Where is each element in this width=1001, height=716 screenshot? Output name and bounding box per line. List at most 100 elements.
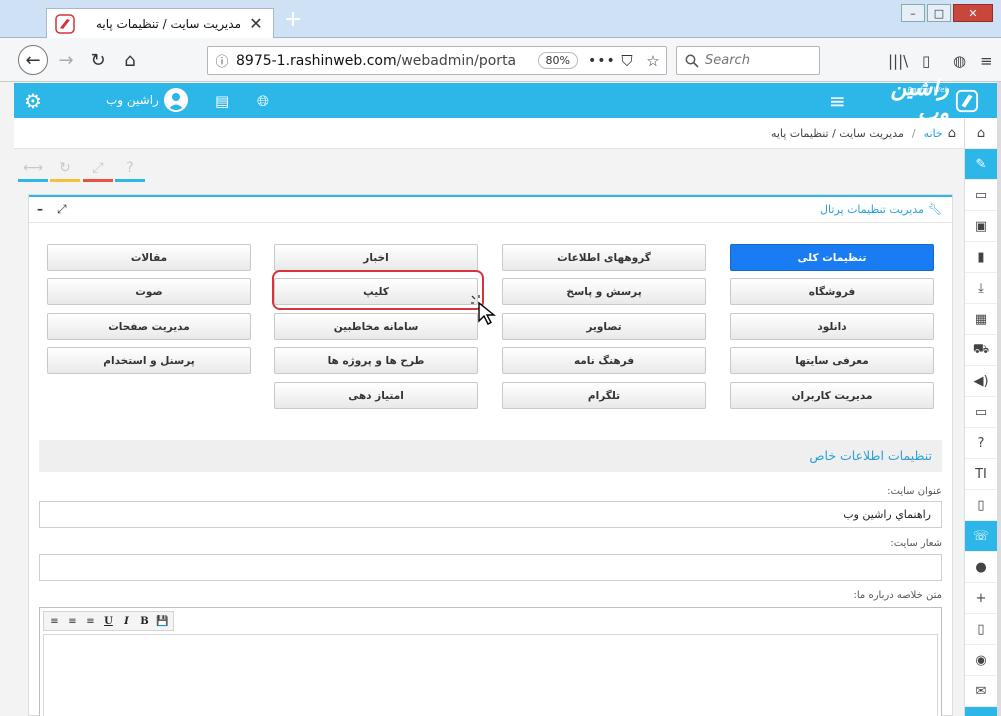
site-logo[interactable]: Rashin Web راشین وب bbox=[859, 76, 979, 126]
sidebar-item-download[interactable]: ⤓ bbox=[965, 273, 997, 304]
button-faq[interactable]: پرسش و پاسخ bbox=[502, 278, 706, 305]
tab-close-icon[interactable]: ✕ bbox=[247, 14, 265, 33]
align-center-icon[interactable]: ≡ bbox=[64, 613, 81, 629]
contacts-icon: ☏ bbox=[972, 528, 990, 544]
url-text[interactable]: 8975-1.rashinweb.com/webadmin/porta bbox=[236, 53, 538, 69]
info-icon[interactable]: ⓘ bbox=[208, 51, 236, 70]
button-shop[interactable]: فروشگاه bbox=[730, 278, 934, 305]
hamburger-menu-icon[interactable]: ≡ bbox=[829, 89, 846, 113]
help-icon[interactable]: ? bbox=[115, 154, 145, 182]
button-user-management[interactable]: مدیریت کاربران bbox=[730, 382, 934, 409]
sidebar-item-images[interactable]: ▣ bbox=[965, 211, 997, 242]
question-icon: ? bbox=[977, 435, 985, 451]
section-title: تنظیمات اطلاعات خاص bbox=[809, 448, 932, 463]
save-icon[interactable]: 💾 bbox=[154, 613, 171, 629]
cart-icon: ⛟ bbox=[972, 341, 990, 357]
bookmark-star-icon[interactable]: ☆ bbox=[640, 52, 666, 70]
globe-icon[interactable]: ◍ bbox=[953, 52, 966, 70]
menu-icon[interactable]: ≡ bbox=[980, 52, 993, 70]
sidebar-item-articles[interactable]: ▮ bbox=[965, 242, 997, 273]
highlight-ring bbox=[272, 270, 484, 310]
resize-horizontal-icon[interactable]: ⟷ bbox=[18, 154, 48, 182]
globe-icon[interactable]: 🌐︎ bbox=[257, 92, 269, 110]
slogan-input[interactable] bbox=[39, 554, 942, 581]
align-right-icon[interactable]: ≡ bbox=[46, 613, 63, 629]
site-favicon-icon bbox=[55, 13, 75, 34]
sidebar-item-folder[interactable]: ▰ bbox=[965, 707, 997, 716]
button-site-intro[interactable]: معرفی سایتها bbox=[730, 347, 934, 374]
sidebar-item-shop[interactable]: ⛟ bbox=[965, 335, 997, 366]
breadcrumb-current: مدیریت سایت / تنظیمات پایه bbox=[770, 127, 904, 140]
button-info-groups[interactable]: گروههای اطلاعات bbox=[502, 244, 706, 271]
button-news[interactable]: اخبار bbox=[274, 244, 478, 271]
breadcrumb-home-link[interactable]: خانه bbox=[924, 127, 943, 140]
rich-text-editor: ≡ ≡ ≡ U I B 💾 bbox=[39, 607, 942, 716]
bold-icon[interactable]: B bbox=[136, 613, 153, 629]
button-glossary[interactable]: فرهنگ نامه bbox=[502, 347, 706, 374]
pocket-icon[interactable]: ⛉ bbox=[614, 52, 640, 70]
home-icon[interactable]: ⌂ bbox=[116, 46, 144, 74]
collapse-icon[interactable]: – bbox=[37, 202, 43, 216]
gear-icon[interactable]: ⚙ bbox=[24, 91, 44, 111]
url-bar[interactable]: ⓘ 8975-1.rashinweb.com/webadmin/porta 80… bbox=[207, 46, 667, 75]
page-scrollbar[interactable] bbox=[997, 82, 1001, 716]
reload-icon[interactable]: ↻ bbox=[84, 46, 112, 74]
button-articles[interactable]: مقالات bbox=[47, 244, 251, 271]
sidebar-item-news[interactable]: ▭ bbox=[965, 180, 997, 211]
forward-arrow-icon[interactable]: → bbox=[52, 46, 80, 74]
sidebar-item-user[interactable]: ● bbox=[965, 552, 997, 583]
browser-tab[interactable]: مدیریت سایت / تنظیمات پایه ✕ bbox=[46, 8, 274, 38]
button-contacts-system[interactable]: سامانه مخاطبین bbox=[274, 313, 478, 340]
sidebar-item-edit[interactable]: ✎ bbox=[965, 149, 997, 180]
align-left-icon[interactable]: ≡ bbox=[82, 613, 99, 629]
home-icon[interactable]: ⌂ bbox=[948, 126, 956, 141]
minimize-icon[interactable]: – bbox=[901, 4, 925, 22]
window-close-icon[interactable]: ✕ bbox=[953, 4, 993, 22]
button-projects[interactable]: طرح ها و پروژه ها bbox=[274, 347, 478, 374]
button-images[interactable]: تصاویر bbox=[502, 313, 706, 340]
username[interactable]: راشین وب bbox=[106, 93, 159, 107]
underline-icon[interactable]: U bbox=[100, 613, 117, 629]
search-bar[interactable] bbox=[676, 46, 820, 75]
sidebar-item-add-user[interactable]: + bbox=[965, 583, 997, 614]
expand-icon[interactable]: ⤢ bbox=[57, 202, 67, 217]
italic-icon[interactable]: I bbox=[118, 613, 135, 629]
sidebar-item-pages[interactable]: ▯ bbox=[965, 490, 997, 521]
sidebar-item-home[interactable]: ⌂ bbox=[965, 118, 997, 149]
panel-title: 🔧︎ مدیریت تنظیمات پرتال bbox=[820, 203, 942, 216]
sidebar-item-mail[interactable]: ✉ bbox=[965, 676, 997, 707]
button-staff-hiring[interactable]: پرسنل و استخدام bbox=[47, 347, 251, 374]
refresh-icon[interactable]: ↻ bbox=[50, 154, 80, 182]
sidebar-item-text[interactable]: TI bbox=[965, 459, 997, 490]
sidebar-item-mobile[interactable]: ▯ bbox=[965, 614, 997, 645]
button-general-settings[interactable]: تنظیمات کلی bbox=[730, 244, 934, 271]
site-title-input[interactable] bbox=[39, 501, 942, 528]
sidebar-item-sites[interactable]: ▭ bbox=[965, 397, 997, 428]
speaker-icon: ◀) bbox=[973, 373, 989, 389]
zoom-level[interactable]: 80% bbox=[537, 52, 578, 69]
sidebar-item-faq[interactable]: ? bbox=[965, 428, 997, 459]
sidebar-item-chat[interactable]: ◉ bbox=[965, 645, 997, 676]
button-audio[interactable]: صوت bbox=[47, 278, 251, 305]
fullscreen-icon[interactable]: ⤢ bbox=[83, 154, 113, 182]
chat-icon: ◉ bbox=[975, 652, 987, 668]
sidebar-item-contacts[interactable]: ☏ bbox=[965, 521, 997, 552]
maximize-icon[interactable]: □ bbox=[927, 4, 951, 22]
sidebar-item-video[interactable]: ▦ bbox=[965, 304, 997, 335]
search-input[interactable] bbox=[705, 53, 805, 68]
new-tab-icon[interactable]: + bbox=[282, 9, 304, 32]
library-icon[interactable]: |||\ bbox=[888, 52, 908, 70]
sidebar-item-audio[interactable]: ◀) bbox=[965, 366, 997, 397]
avatar[interactable] bbox=[164, 88, 188, 112]
more-actions-icon[interactable]: ••• bbox=[588, 53, 615, 69]
sidebar-toggle-icon[interactable]: ▯ bbox=[922, 52, 930, 70]
button-telegram[interactable]: تلگرام bbox=[502, 382, 706, 409]
document-icon: ▮ bbox=[977, 249, 985, 265]
button-page-management[interactable]: مدیریت صفحات bbox=[47, 313, 251, 340]
site-title-label: عنوان سایت: bbox=[887, 486, 942, 497]
editor-text-area[interactable] bbox=[43, 634, 938, 716]
server-icon[interactable]: ▤ bbox=[215, 92, 229, 110]
button-rating[interactable]: امتیاز دهی bbox=[274, 382, 478, 409]
button-download[interactable]: دانلود bbox=[730, 313, 934, 340]
back-arrow-icon[interactable]: ← bbox=[18, 45, 48, 75]
